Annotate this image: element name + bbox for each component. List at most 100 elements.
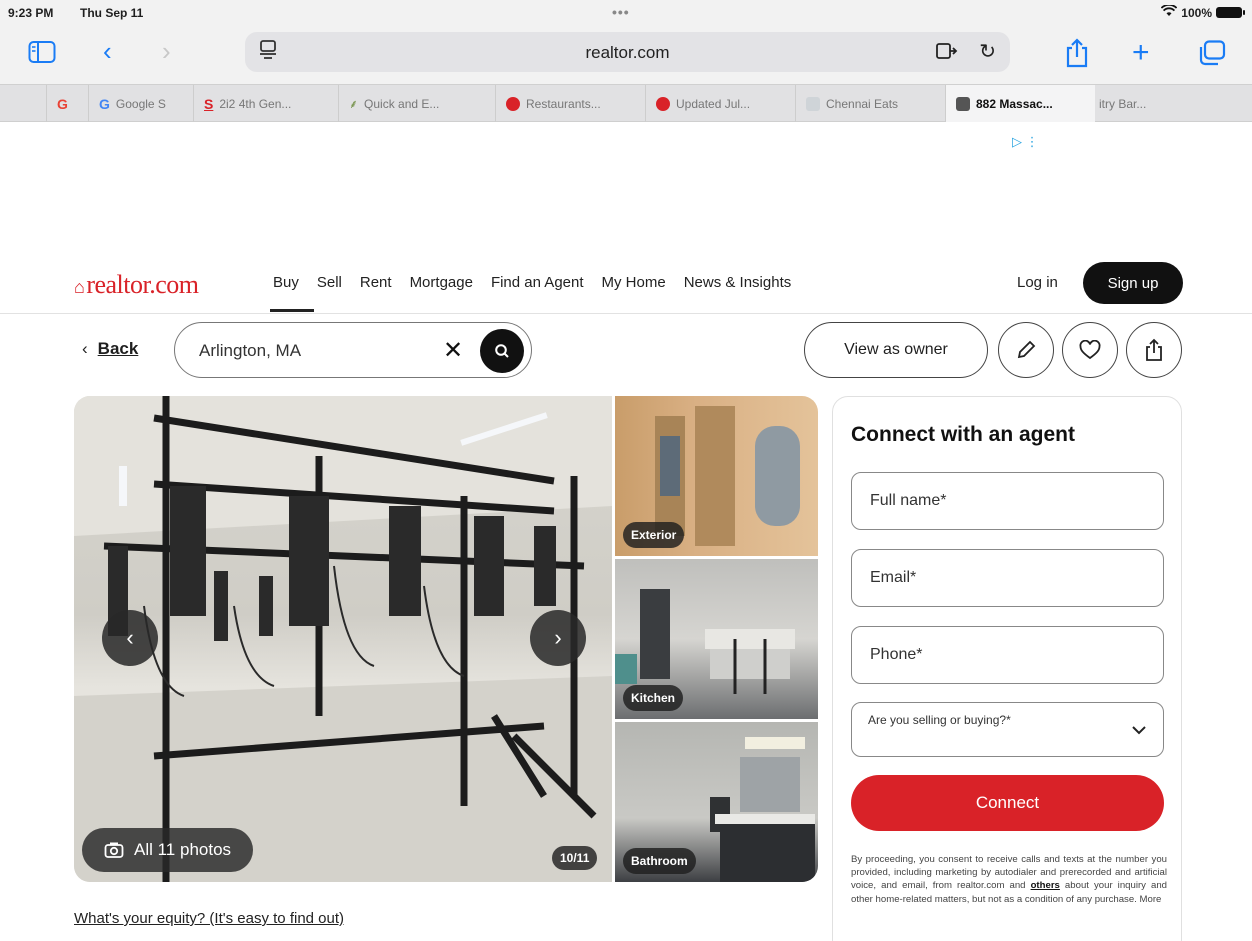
leaf-favicon-icon: ⸙ (349, 97, 359, 111)
tab-google-search[interactable]: G Google S (88, 85, 193, 122)
edit-button[interactable] (998, 322, 1054, 378)
previous-photo-button[interactable]: ‹ (102, 610, 158, 666)
all-photos-label: All 11 photos (134, 840, 232, 859)
thumb-bathroom[interactable]: Bathroom (615, 722, 818, 882)
forward-nav-icon[interactable]: › (162, 38, 171, 64)
tab-label: 882 Massac... (976, 96, 1053, 111)
signup-button[interactable]: Sign up (1083, 262, 1183, 304)
next-photo-button[interactable]: › (530, 610, 586, 666)
tab-overview-icon[interactable] (1198, 40, 1226, 70)
connect-agent-form: Connect with an agent Full name* Email* … (832, 396, 1182, 941)
nav-buy[interactable]: Buy (273, 274, 299, 291)
connect-button[interactable]: Connect (851, 775, 1164, 831)
tab-favicon-icon (656, 96, 670, 111)
nav-my-home[interactable]: My Home (602, 274, 666, 291)
house-icon: ⌂ (74, 277, 85, 297)
new-tab-icon[interactable]: + (1132, 38, 1150, 68)
photo-counter: 10/11 (552, 846, 598, 870)
tab-label: Quick and E... (364, 96, 440, 111)
tab-favicon-icon (506, 96, 520, 111)
heart-icon (1079, 340, 1101, 360)
nav-rent[interactable]: Rent (360, 274, 392, 291)
tab-label: Chennai Eats (826, 96, 899, 111)
full-name-field[interactable]: Full name* (851, 472, 1164, 530)
location-search[interactable]: Arlington, MA ✕ (174, 322, 532, 378)
chevron-down-icon (1131, 719, 1147, 740)
pencil-icon (1017, 340, 1036, 359)
tab-google-icon[interactable]: G (46, 85, 88, 122)
nav-mortgage[interactable]: Mortgage (410, 274, 473, 291)
search-button[interactable] (480, 329, 524, 373)
share-icon[interactable] (1064, 38, 1090, 72)
logo-text: realtor.com (86, 270, 199, 299)
tab-bar: G G Google S S 2i2 4th Gen... ⸙ Quick an… (0, 84, 1252, 122)
wifi-icon (1161, 4, 1178, 20)
phone-placeholder: Phone* (870, 646, 923, 663)
nav-find-agent[interactable]: Find an Agent (491, 274, 584, 291)
main-nav: Buy Sell Rent Mortgage Find an Agent My … (273, 274, 791, 291)
phone-field[interactable]: Phone* (851, 626, 1164, 684)
thumb-kitchen[interactable]: Kitchen (615, 559, 818, 719)
main-photo[interactable]: ‹ › All 11 photos 10/11 (74, 396, 612, 882)
search-icon (495, 344, 509, 358)
tab-favicon-icon (806, 96, 820, 111)
battery-icon (1216, 7, 1245, 18)
selling-buying-select[interactable]: Are you selling or buying?* (851, 702, 1164, 757)
thumb-label: Kitchen (623, 685, 684, 711)
status-date: Thu Sep 11 (80, 6, 144, 20)
tab-restaurants[interactable]: Restaurants... (495, 85, 645, 122)
status-bar: 9:23 PM Thu Sep 11 ••• 100% (0, 0, 1252, 26)
tab-label: Google S (115, 96, 166, 111)
equity-link[interactable]: What's your equity? (It's easy to find o… (74, 910, 344, 927)
tab-label: Updated Jul... (676, 96, 751, 111)
all-photos-button[interactable]: All 11 photos (82, 828, 254, 872)
share-listing-button[interactable] (1126, 322, 1182, 378)
address-bar[interactable]: realtor.com ↻ (245, 32, 1010, 72)
back-nav-icon[interactable]: ‹ (103, 38, 112, 64)
active-nav-indicator (270, 309, 314, 312)
sidebar-toggle-icon[interactable] (28, 40, 56, 68)
extension-icon[interactable] (936, 42, 958, 65)
save-favorite-button[interactable] (1062, 322, 1118, 378)
nav-news[interactable]: News & Insights (684, 274, 792, 291)
others-link[interactable]: others (1031, 880, 1060, 891)
header-divider (0, 313, 1252, 314)
nav-sell[interactable]: Sell (317, 274, 342, 291)
tab-label: G (57, 95, 68, 112)
tab-country-bar[interactable]: itry Bar... (1095, 85, 1165, 122)
photo-gallery: ‹ › All 11 photos 10/11 Exterior Kitchen (74, 396, 818, 882)
close-tab-icon[interactable] (956, 96, 970, 111)
back-label: Back (97, 339, 139, 358)
site-favicon-icon: S (204, 95, 214, 112)
thumb-label: Exterior (623, 522, 685, 548)
thumb-exterior[interactable]: Exterior (615, 396, 818, 556)
view-as-owner-button[interactable]: View as owner (804, 322, 988, 378)
email-field[interactable]: Email* (851, 549, 1164, 607)
status-time: 9:23 PM (8, 6, 54, 20)
tab-label: 2i2 4th Gen... (219, 96, 292, 111)
clear-icon[interactable]: ✕ (443, 336, 463, 365)
tab-updated[interactable]: Updated Jul... (645, 85, 795, 122)
back-link[interactable]: ‹ Back (82, 339, 138, 359)
tab-882-massac[interactable]: 882 Massac... (945, 85, 1095, 122)
adchoices-icon[interactable]: ▷ ⋮ (1012, 134, 1039, 150)
tab-quick[interactable]: ⸙ Quick and E... (338, 85, 495, 122)
browser-toolbar: ‹ › realtor.com ↻ + (0, 26, 1252, 84)
multitasking-dots-icon[interactable]: ••• (612, 4, 630, 20)
search-input[interactable]: Arlington, MA (199, 341, 301, 361)
camera-icon (104, 842, 124, 858)
tab-label: Restaurants... (526, 96, 601, 111)
google-favicon-icon: G (99, 95, 110, 112)
login-link[interactable]: Log in (1017, 274, 1058, 291)
tab-chennai[interactable]: Chennai Eats (795, 85, 945, 122)
reload-icon[interactable]: ↻ (979, 39, 996, 64)
tab-2i2[interactable]: S 2i2 4th Gen... (193, 85, 338, 122)
url-text: realtor.com (585, 43, 670, 62)
selling-buying-label: Are you selling or buying?* (868, 713, 1011, 727)
share-icon (1146, 338, 1162, 361)
consent-text: By proceeding, you consent to receive ca… (851, 853, 1167, 906)
realtor-logo[interactable]: ⌂realtor.com (74, 270, 199, 300)
email-placeholder: Email* (870, 569, 917, 586)
thumb-label: Bathroom (623, 848, 696, 874)
battery-status: 100% (1161, 4, 1245, 20)
